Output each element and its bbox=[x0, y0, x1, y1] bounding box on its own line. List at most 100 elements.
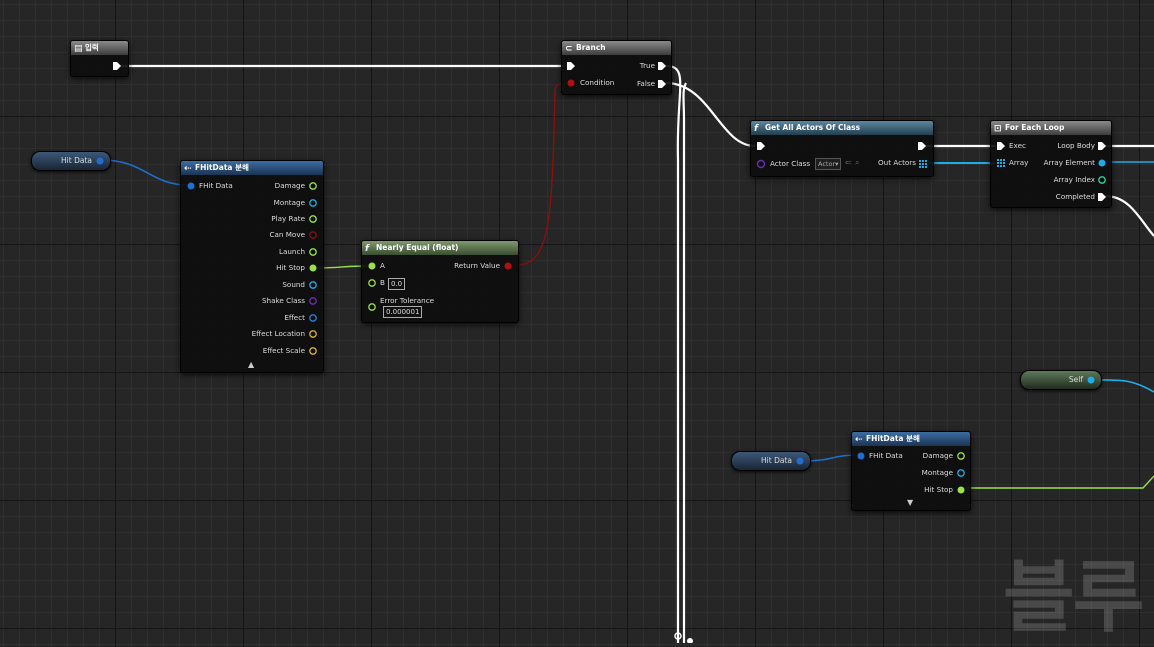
struct-in-pin-icon[interactable] bbox=[186, 181, 196, 191]
exec-out-pin-icon[interactable] bbox=[112, 61, 122, 71]
shake-class-pin-icon[interactable] bbox=[308, 296, 318, 306]
launch-label: Launch bbox=[278, 247, 305, 256]
damage-pin-icon[interactable] bbox=[308, 181, 318, 191]
get-all-actors-node[interactable]: f Get All Actors Of Class Actor Class Ac… bbox=[750, 120, 934, 177]
fhit-data-input-label: FHit Data bbox=[869, 451, 903, 460]
b-label: B bbox=[380, 278, 385, 287]
launch-pin-icon[interactable] bbox=[308, 247, 318, 257]
hit-stop-pin-icon[interactable] bbox=[956, 485, 966, 495]
reroute-knot bbox=[687, 638, 693, 643]
hit-data-variable-label: Hit Data bbox=[61, 156, 92, 165]
nearly-equal-header: f Nearly Equal (float) bbox=[362, 241, 518, 255]
a-pin-icon[interactable] bbox=[367, 261, 377, 271]
true-exec-pin-icon[interactable] bbox=[657, 61, 667, 71]
break-hitdata-title: FHitData 분해 bbox=[866, 434, 920, 443]
hit-stop-pin-icon[interactable] bbox=[308, 263, 318, 273]
browse-arrow-icon[interactable]: ⇐ bbox=[845, 158, 852, 167]
input-node-title: 입력 bbox=[85, 43, 99, 52]
break-hitdata-header: ⇠ FHitData 분해 bbox=[852, 432, 970, 446]
macro-icon: ⊡ bbox=[994, 124, 1002, 134]
b-value-input[interactable]: 0.0 bbox=[388, 278, 406, 290]
get-all-actors-header: f Get All Actors Of Class bbox=[751, 121, 933, 135]
out-actors-label: Out Actors bbox=[878, 158, 916, 167]
for-each-loop-header: ⊡ For Each Loop bbox=[991, 121, 1111, 135]
montage-pin-icon[interactable] bbox=[308, 198, 318, 208]
for-each-loop-node[interactable]: ⊡ For Each Loop Exec Array Loop Body Arr… bbox=[990, 120, 1112, 208]
hit-stop-label: Hit Stop bbox=[276, 263, 305, 272]
effect-location-pin-icon[interactable] bbox=[308, 329, 318, 339]
play-rate-pin-icon[interactable] bbox=[308, 214, 318, 224]
break-struct-icon: ⇠ bbox=[855, 435, 863, 445]
completed-label: Completed bbox=[1055, 192, 1095, 201]
branch-node[interactable]: ⊂ Branch Condition True False bbox=[561, 40, 672, 95]
return-value-label: Return Value bbox=[454, 261, 500, 270]
array-index-pin-icon[interactable] bbox=[1097, 175, 1107, 185]
struct-pin-icon[interactable] bbox=[795, 456, 805, 466]
can-move-label: Can Move bbox=[269, 230, 305, 239]
input-node[interactable]: ▤ 입력 bbox=[70, 40, 129, 77]
montage-pin-icon[interactable] bbox=[956, 468, 966, 478]
wire-layer bbox=[100, 64, 1154, 643]
float-wire-bottom-hitstop bbox=[962, 475, 1154, 489]
class-pin-icon[interactable] bbox=[756, 159, 766, 169]
array-pin-icon[interactable] bbox=[996, 158, 1006, 168]
effect-scale-label: Effect Scale bbox=[262, 346, 305, 355]
collapse-arrow-icon[interactable]: ▲ bbox=[248, 360, 254, 369]
watermark-logo: 블루 bbox=[1003, 553, 1145, 643]
false-label: False bbox=[636, 79, 655, 88]
damage-label: Damage bbox=[922, 451, 953, 460]
nearly-equal-title: Nearly Equal (float) bbox=[376, 243, 459, 252]
array-index-label: Array Index bbox=[1053, 175, 1095, 184]
array-pin-icon[interactable] bbox=[918, 159, 928, 169]
exec-in-pin-icon[interactable] bbox=[566, 61, 576, 71]
break-struct-icon: ⇠ bbox=[184, 164, 192, 174]
sound-label: Sound bbox=[282, 280, 305, 289]
nearly-equal-node[interactable]: f Nearly Equal (float) A B 0.0 Error Tol… bbox=[361, 240, 519, 323]
branch-icon: ⊂ bbox=[565, 44, 573, 54]
false-exec-pin-icon[interactable] bbox=[657, 79, 667, 89]
montage-label: Montage bbox=[921, 468, 953, 477]
tolerance-pin-icon[interactable] bbox=[367, 302, 377, 312]
exec-in-pin-icon[interactable] bbox=[756, 141, 766, 151]
return-value-pin-icon[interactable] bbox=[503, 261, 513, 271]
damage-pin-icon[interactable] bbox=[956, 451, 966, 461]
exec-wire-false-down bbox=[682, 82, 687, 643]
tolerance-value-input[interactable]: 0.000001 bbox=[383, 306, 423, 318]
get-all-actors-title: Get All Actors Of Class bbox=[765, 123, 861, 132]
hit-data-variable-bottom[interactable]: Hit Data bbox=[731, 451, 811, 471]
array-label: Array bbox=[1009, 158, 1029, 167]
array-element-pin-icon[interactable] bbox=[1097, 158, 1107, 168]
play-rate-label: Play Rate bbox=[271, 214, 305, 223]
break-hitdata-node-top[interactable]: ⇠ FHitData 분해 FHit Data Damage Montage P… bbox=[180, 160, 324, 373]
function-icon: f bbox=[365, 244, 369, 254]
exec-wire-true bbox=[665, 64, 682, 643]
bool-wire-return bbox=[509, 82, 571, 267]
self-variable[interactable]: Self bbox=[1020, 370, 1102, 390]
object-pin-icon[interactable] bbox=[1086, 375, 1096, 385]
completed-exec-pin-icon[interactable] bbox=[1097, 192, 1107, 202]
can-move-pin-icon[interactable] bbox=[308, 230, 318, 240]
struct-in-pin-icon[interactable] bbox=[856, 451, 866, 461]
a-label: A bbox=[380, 261, 385, 270]
montage-label: Montage bbox=[273, 198, 305, 207]
exec-label: Exec bbox=[1009, 141, 1026, 150]
b-pin-icon[interactable] bbox=[367, 278, 377, 288]
true-label: True bbox=[639, 61, 655, 70]
break-hitdata-node-bottom[interactable]: ⇠ FHitData 분해 FHit Data Damage Montage H… bbox=[851, 431, 971, 511]
hit-data-variable-label: Hit Data bbox=[761, 456, 792, 465]
sound-pin-icon[interactable] bbox=[308, 280, 318, 290]
expand-arrow-icon[interactable]: ▼ bbox=[907, 498, 913, 507]
struct-pin-icon[interactable] bbox=[95, 156, 105, 166]
effect-pin-icon[interactable] bbox=[308, 313, 318, 323]
hit-data-variable-top[interactable]: Hit Data bbox=[31, 151, 111, 171]
exec-out-pin-icon[interactable] bbox=[917, 141, 927, 151]
effect-scale-pin-icon[interactable] bbox=[308, 346, 318, 356]
input-node-header: ▤ 입력 bbox=[71, 41, 128, 55]
search-icon[interactable]: ⌕ bbox=[855, 158, 859, 168]
exec-in-pin-icon[interactable] bbox=[996, 141, 1006, 151]
loop-body-exec-pin-icon[interactable] bbox=[1097, 141, 1107, 151]
actor-class-dropdown[interactable]: Actor▾ bbox=[815, 158, 842, 170]
condition-pin-icon[interactable] bbox=[566, 78, 576, 88]
break-hitdata-title: FHitData 분해 bbox=[195, 163, 249, 172]
actor-class-label: Actor Class bbox=[770, 159, 811, 168]
